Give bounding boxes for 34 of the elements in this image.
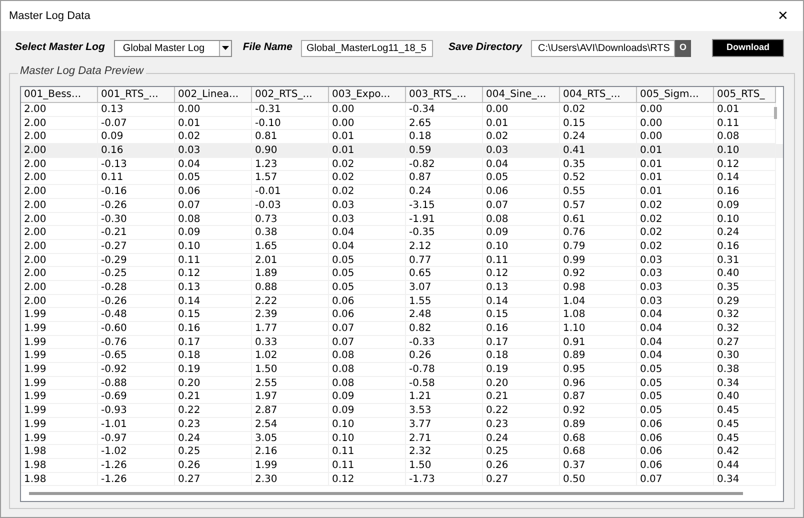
table-cell: 0.34 [714, 472, 776, 486]
field-label: Save Directory [448, 40, 522, 56]
column-header[interactable]: 005_Sigm... [637, 87, 714, 103]
table-cell: -1.26 [98, 472, 175, 486]
table-cell: 0.50 [560, 472, 637, 486]
column-header[interactable]: 001_Bess... [21, 87, 98, 103]
table-cell: 1.98 [21, 472, 98, 486]
group-title: Master Log Data Preview [18, 66, 146, 77]
table-cell: -1.73 [406, 472, 483, 486]
field-label: File Name [242, 40, 292, 56]
column-header[interactable]: 003_RTS_... [406, 87, 483, 103]
vertical-scrollbar-thumb[interactable] [774, 107, 777, 119]
master-log-dropdown[interactable]: Global Master Log [114, 40, 232, 56]
column-header[interactable]: 004_RTS_... [560, 87, 637, 103]
save-directory-field[interactable]: C:\Users\AVI\Downloads\RTS [531, 40, 676, 56]
column-header[interactable]: 001_RTS_... [98, 87, 175, 103]
column-header[interactable]: 002_Linea... [175, 87, 252, 103]
table-row[interactable]: 2.00 0.16 0.03 0.90 0.01 0.59 0.03 0.41 0.01 0.10 [21, 144, 783, 158]
table-cell: 0.27 [483, 472, 560, 486]
table-cell: 0.12 [329, 472, 406, 486]
window-title: Master Log Data [9, 8, 90, 24]
column-header[interactable]: 004_Sine_... [483, 87, 560, 103]
table-cell: 0.07 [637, 472, 714, 486]
column-header[interactable]: 005_RTS_ [714, 87, 776, 103]
table-cell: 0.27 [175, 472, 252, 486]
file-name-field[interactable]: Global_MasterLog11_18_5 [301, 40, 434, 56]
download-button[interactable]: Download [712, 39, 784, 57]
browse-button[interactable]: O [675, 40, 692, 56]
field-label: Select Master Log [15, 40, 105, 56]
close-button[interactable]: ✕ [771, 6, 795, 26]
table-cell: 2.30 [252, 472, 329, 486]
horizontal-scrollbar[interactable] [29, 492, 743, 495]
column-header[interactable]: 003_Expo... [329, 87, 406, 103]
column-header[interactable]: 002_RTS_... [252, 87, 329, 103]
